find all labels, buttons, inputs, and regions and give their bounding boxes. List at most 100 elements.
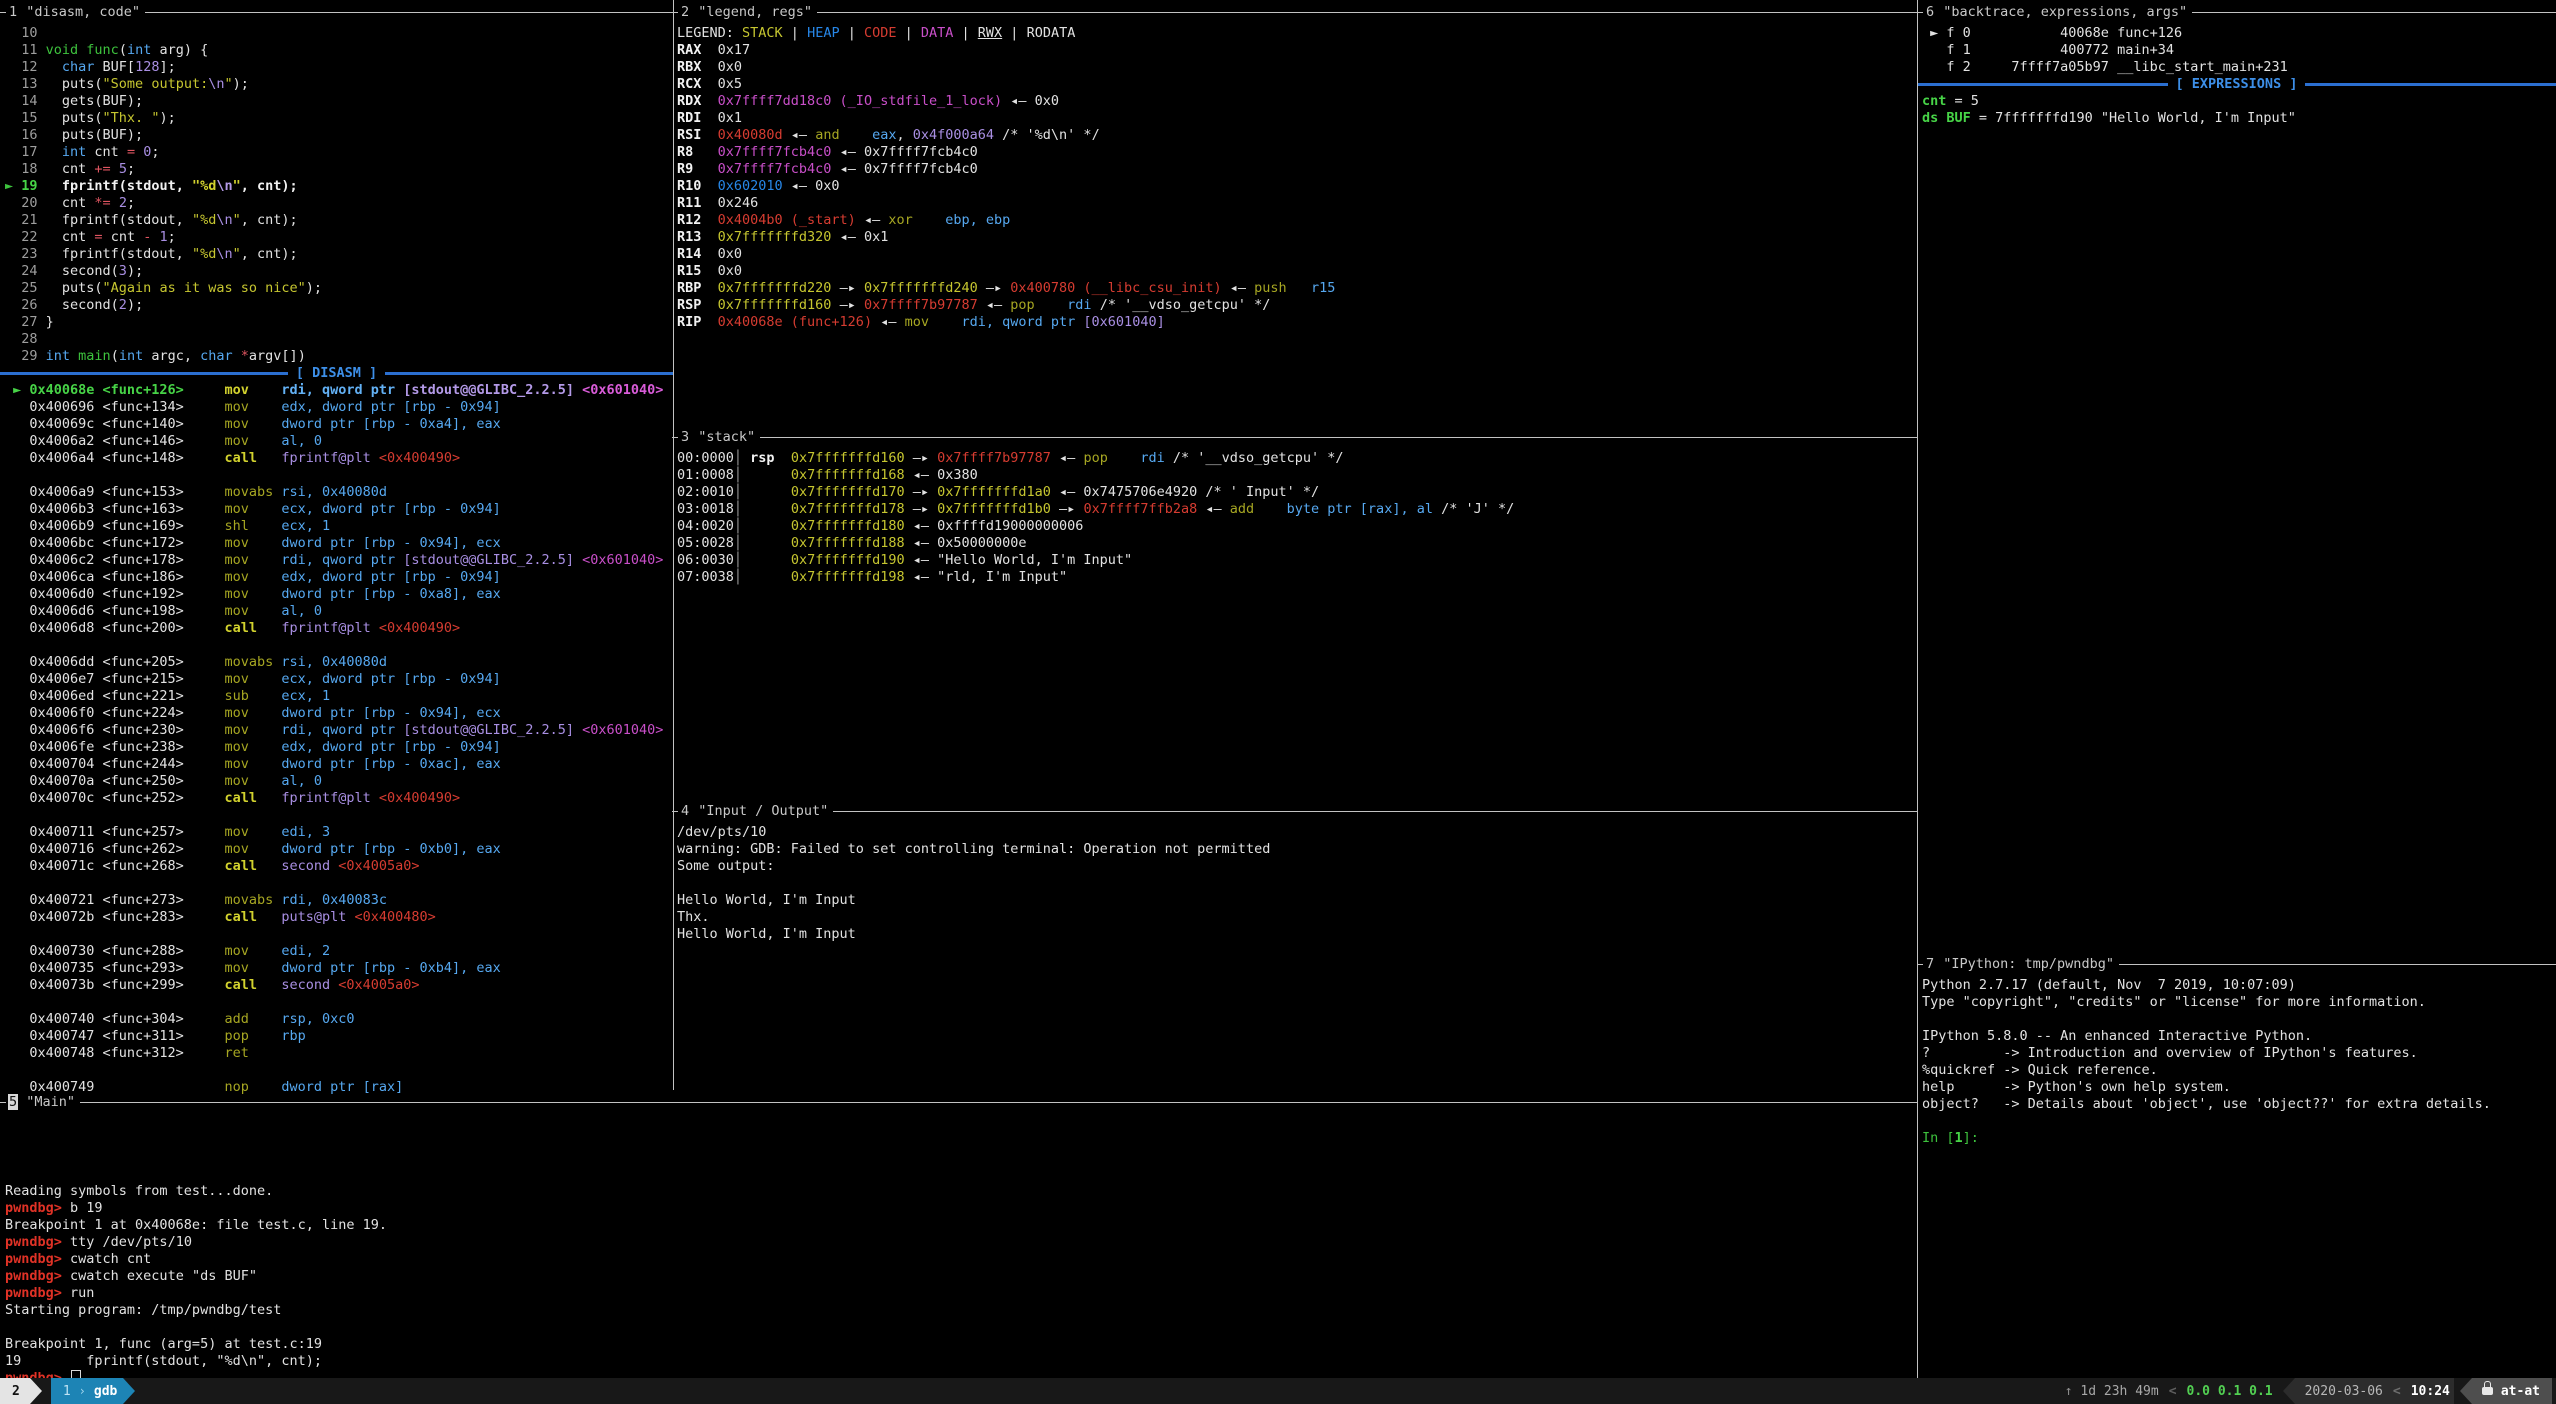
pane-title-text: "disasm, code": [18, 4, 140, 20]
terminal-line: 0x4006dd <func+205> movabs rsi, 0x40080d: [5, 654, 673, 671]
pane-border-vertical-left[interactable]: [673, 0, 674, 1090]
terminal-line: R14 0x0: [677, 246, 1917, 263]
terminal-line: 0x400721 <func+273> movabs rdi, 0x40083c: [5, 892, 673, 909]
prompt-line[interactable]: pwndbg> cwatch execute "ds BUF": [5, 1268, 1917, 1285]
pane-border-top: [672, 811, 1917, 812]
terminal-line: 05:0028│ 0x7fffffffd188 ◂— 0x50000000e: [677, 535, 1917, 552]
uptime-text: 1d 23h 49m: [2080, 1384, 2158, 1399]
pane-border-top: [672, 437, 1917, 438]
pane-border-vertical-right[interactable]: [1917, 0, 1918, 1378]
terminal-line: RIP 0x40068e (func+126) ◂— mov rdi, qwor…: [677, 314, 1917, 331]
terminal-line: R15 0x0: [677, 263, 1917, 280]
terminal-line: 0x400748 <func+312> ret: [5, 1045, 673, 1062]
section-divider: [ EXPRESSIONS ]: [1917, 76, 2556, 93]
terminal-line: 07:0038│ 0x7fffffffd198 ◂— "rld, I'm Inp…: [677, 569, 1917, 586]
terminal-line: /dev/pts/10: [677, 824, 1917, 841]
terminal-line: 27 }: [5, 314, 673, 331]
terminal-line: R10 0x602010 ◂— 0x0: [677, 178, 1917, 195]
load-average-text: 0.0 0.1 0.1: [2187, 1384, 2273, 1399]
terminal-line: 29 int main(int argc, char *argv[]): [5, 348, 673, 365]
terminal-line: ► 19 fprintf(stdout, "%d\n", cnt);: [5, 178, 673, 195]
datetime-segment: 2020-03-06 < 10:24: [2295, 1378, 2454, 1404]
terminal-line: 28: [5, 331, 673, 348]
terminal-line: 0x40069c <func+140> mov dword ptr [rbp -…: [5, 416, 673, 433]
pane-input-output[interactable]: 4 "Input / Output"/dev/pts/10warning: GD…: [672, 799, 1917, 1090]
terminal-line: 0x400735 <func+293> mov dword ptr [rbp -…: [5, 960, 673, 977]
pane-stack[interactable]: 3 "stack"00:0000│ rsp 0x7fffffffd160 —▸ …: [672, 425, 1917, 799]
terminal-line: 0x400740 <func+304> add rsp, 0xc0: [5, 1011, 673, 1028]
terminal-line: 0x4006f6 <func+230> mov rdi, qword ptr […: [5, 722, 673, 739]
terminal-line: 0x4006b3 <func+163> mov ecx, dword ptr […: [5, 501, 673, 518]
session-badge[interactable]: 2: [0, 1378, 30, 1404]
terminal-line: 0x4006a4 <func+148> call fprintf@plt <0x…: [5, 450, 673, 467]
terminal-line: RAX 0x17: [677, 42, 1917, 59]
terminal-line: RSP 0x7fffffffd160 —▸ 0x7ffff7b97787 ◂— …: [677, 297, 1917, 314]
separator-chevron-icon: <: [2169, 1384, 2177, 1399]
window-name: gdb: [94, 1384, 117, 1399]
pane-legend-regs[interactable]: 2 "legend, regs"LEGEND: STACK | HEAP | C…: [672, 0, 1917, 425]
terminal-line: 0x4006bc <func+172> mov dword ptr [rbp -…: [5, 535, 673, 552]
pane-title-text: "legend, regs": [690, 4, 812, 20]
tmux-screen: 1 "disasm, code" 10 11 void func(int arg…: [0, 0, 2556, 1404]
prompt-line[interactable]: pwndbg> run: [5, 1285, 1917, 1302]
terminal-line: 0x4006ed <func+221> sub ecx, 1: [5, 688, 673, 705]
time-text: 10:24: [2411, 1384, 2450, 1399]
terminal-line: Reading symbols from test...done.: [5, 1183, 1917, 1200]
prompt-line[interactable]: pwndbg> b 19: [5, 1200, 1917, 1217]
terminal-line: Some output:: [677, 858, 1917, 875]
pane-number: 2: [680, 4, 690, 20]
status-right: ↑ 1d 23h 49m < 0.0 0.1 0.1 2020-03-06 < …: [2059, 1378, 2556, 1404]
terminal-line: f 2 7ffff7a05b97 __libc_start_main+231: [1922, 59, 2556, 76]
pane-title-backtrace-expressions-args: 6 "backtrace, expressions, args": [1923, 4, 2192, 21]
powerline-arrow-icon: [30, 1378, 42, 1404]
divider-label: [ EXPRESSIONS ]: [2168, 76, 2306, 93]
terminal-line: 24 second(3);: [5, 263, 673, 280]
pane-disasm-code[interactable]: 1 "disasm, code" 10 11 void func(int arg…: [0, 0, 673, 1090]
terminal-line: 0x4006d0 <func+192> mov dword ptr [rbp -…: [5, 586, 673, 603]
prompt-line[interactable]: In [1]:: [1922, 1130, 2556, 1147]
divider-label: [ DISASM ]: [288, 365, 385, 382]
terminal-line: RSI 0x40080d ◂— and eax, 0x4f000a64 /* '…: [677, 127, 1917, 144]
terminal-line: 02:0010│ 0x7fffffffd170 —▸ 0x7fffffffd1a…: [677, 484, 1917, 501]
pane-number: 6: [1925, 4, 1935, 20]
terminal-line: 11 void func(int arg) {: [5, 42, 673, 59]
tmux-status-bar: 2 1 › gdb ↑ 1d 23h 49m < 0.0 0.1 0.1 202…: [0, 1378, 2556, 1404]
terminal-line: RDX 0x7ffff7dd18c0 (_IO_stdfile_1_lock) …: [677, 93, 1917, 110]
terminal-line: 20 cnt *= 2;: [5, 195, 673, 212]
terminal-line: Hello World, I'm Input: [677, 926, 1917, 943]
terminal-line: RDI 0x1: [677, 110, 1917, 127]
pane-title-text: "stack": [690, 429, 755, 445]
terminal-line: 0x4006ca <func+186> mov edx, dword ptr […: [5, 569, 673, 586]
terminal-line: 21 fprintf(stdout, "%d\n", cnt);: [5, 212, 673, 229]
terminal-line: R13 0x7fffffffd320 ◂— 0x1: [677, 229, 1917, 246]
pane-title-text: "Main": [18, 1094, 75, 1110]
terminal-line: Breakpoint 1, func (arg=5) at test.c:19: [5, 1336, 1917, 1353]
terminal-line: 06:0030│ 0x7fffffffd190 ◂— "Hello World,…: [677, 552, 1917, 569]
pane-title-text: "IPython: tmp/pwndbg": [1935, 956, 2114, 972]
powerline-arrow-icon: [2460, 1378, 2472, 1404]
pane-title-text: "backtrace, expressions, args": [1935, 4, 2187, 20]
terminal-line: 0x40070c <func+252> call fprintf@plt <0x…: [5, 790, 673, 807]
pane-ipython[interactable]: 7 "IPython: tmp/pwndbg"Python 2.7.17 (de…: [1917, 952, 2556, 1378]
window-index: 1: [63, 1384, 71, 1399]
terminal-line: 12 char BUF[128];: [5, 59, 673, 76]
terminal-line: ? -> Introduction and overview of IPytho…: [1922, 1045, 2556, 1062]
pane-title-stack: 3 "stack": [678, 429, 760, 446]
pane-number: 4: [680, 803, 690, 819]
pane-backtrace-expressions-args[interactable]: 6 "backtrace, expressions, args" ► f 0 4…: [1917, 0, 2556, 952]
pane-title-input-output: 4 "Input / Output": [678, 803, 833, 820]
terminal-line: Breakpoint 1 at 0x40068e: file test.c, l…: [5, 1217, 1917, 1234]
terminal-line: 0x40073b <func+299> call second <0x4005a…: [5, 977, 673, 994]
pane-main-console[interactable]: 5 "Main"Reading symbols from test...done…: [0, 1090, 1917, 1378]
terminal-line: 17 int cnt = 0;: [5, 144, 673, 161]
host-segment: at-at: [2472, 1378, 2552, 1404]
window-tab-gdb[interactable]: 1 › gdb: [51, 1378, 124, 1404]
terminal-line: 03:0018│ 0x7fffffffd178 —▸ 0x7fffffffd1b…: [677, 501, 1917, 518]
terminal-line: IPython 5.8.0 -- An enhanced Interactive…: [1922, 1028, 2556, 1045]
terminal-line: 13 puts("Some output:\n");: [5, 76, 673, 93]
terminal-line: Type "copyright", "credits" or "license"…: [1922, 994, 2556, 1011]
chevron-right-icon: ›: [79, 1384, 86, 1398]
terminal-line: 15 puts("Thx. ");: [5, 110, 673, 127]
prompt-line[interactable]: pwndbg> cwatch cnt: [5, 1251, 1917, 1268]
prompt-line[interactable]: pwndbg> tty /dev/pts/10: [5, 1234, 1917, 1251]
